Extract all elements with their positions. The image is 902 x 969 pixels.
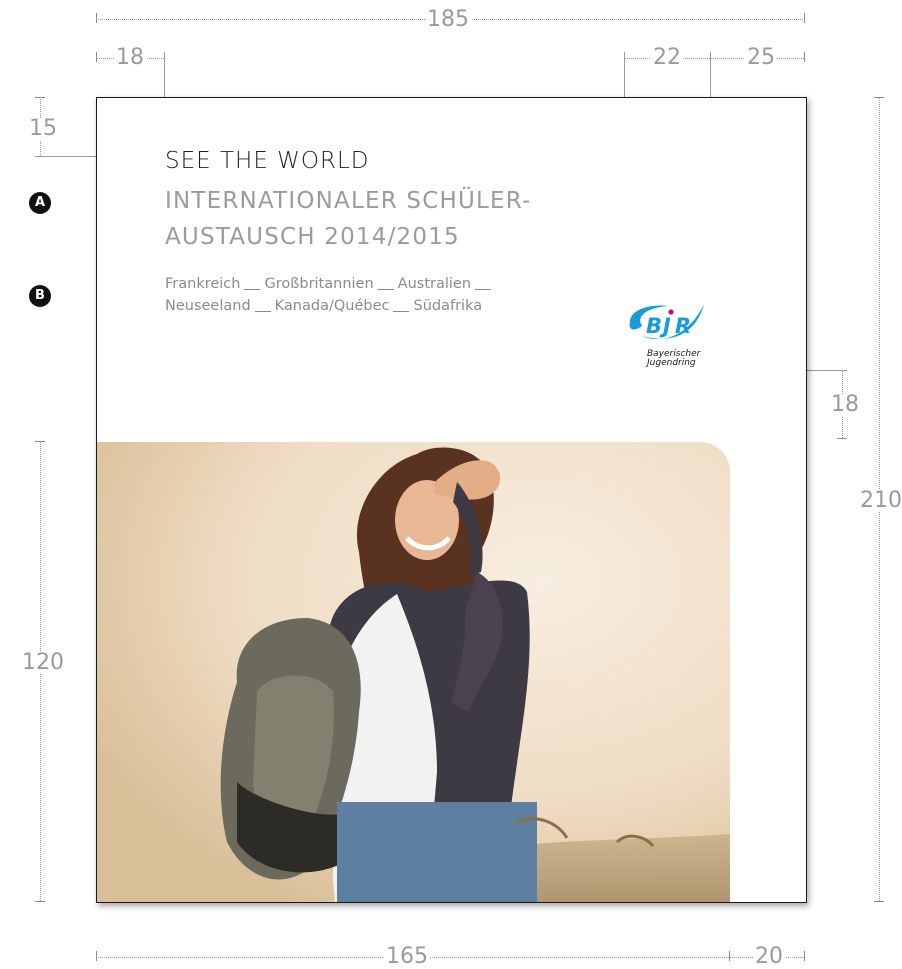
- country-kanada-quebec: Kanada/Québec: [274, 298, 390, 314]
- bjr-tagline-line2: Jugendring: [647, 358, 696, 369]
- brochure-cover: SEE THE WORLD INTERNATIONALER SCHÜLER- A…: [96, 97, 807, 903]
- dim-cap: [96, 52, 97, 62]
- dim-photo-height-label: 120: [20, 650, 66, 675]
- bjr-logo: B J R Bayerischer Jugendring: [624, 302, 724, 372]
- dim-line-photo-width: [96, 957, 805, 958]
- country-neuseeland: Neuseeland: [165, 298, 251, 314]
- cover-subtitle-line1: INTERNATIONALER SCHÜLER-: [165, 188, 532, 214]
- bjr-letters: B: [646, 314, 662, 338]
- separator: [475, 289, 492, 290]
- country-suedafrika: Südafrika: [413, 298, 483, 314]
- dim-photo-right-label: 20: [753, 944, 785, 969]
- countries-line2: Neuseeland Kanada/Québec Südafrika: [165, 298, 482, 314]
- dim-cap: [804, 52, 805, 62]
- separator: [244, 289, 261, 290]
- dim-photo-width-label: 165: [384, 944, 430, 969]
- dim-total-width-label: 185: [425, 7, 471, 32]
- print-spec-sheet: 185 18 22 25 15 A B 210 18 120 165 20 SE…: [0, 0, 902, 969]
- dim-cap: [96, 13, 97, 23]
- dim-cap: [804, 951, 805, 961]
- cover-title: SEE THE WORLD: [165, 148, 370, 174]
- dim-cap: [96, 951, 97, 961]
- separator: [377, 289, 394, 290]
- marker-b: B: [29, 285, 51, 307]
- separator: [393, 311, 410, 312]
- woman-with-backpack-photo: [97, 442, 730, 902]
- dim-logo-offset-label: 22: [651, 45, 683, 70]
- dim-logo-bottom-label: 18: [829, 392, 861, 417]
- country-grossbritannien: Großbritannien: [264, 276, 374, 292]
- dim-cap: [35, 901, 45, 902]
- dim-top-margin-label: 15: [27, 116, 59, 141]
- bjr-logo-mark: B J R: [629, 304, 704, 340]
- country-australien: Australien: [397, 276, 472, 292]
- dim-cap: [874, 901, 884, 902]
- marker-a: A: [29, 192, 51, 214]
- dim-cap: [804, 13, 805, 23]
- dim-left-margin-label: 18: [114, 45, 146, 70]
- dim-total-height-label: 210: [858, 488, 902, 513]
- cover-subtitle-line2: AUSTAUSCH 2014/2015: [165, 224, 460, 250]
- country-frankreich: Frankreich: [165, 276, 241, 292]
- countries-line1: Frankreich Großbritannien Australien: [165, 276, 495, 292]
- dim-right-margin-label: 25: [745, 45, 777, 70]
- cover-photo: [97, 442, 730, 902]
- dim-cap: [729, 951, 730, 961]
- bjr-tagline: Bayerischer Jugendring: [647, 349, 700, 369]
- svg-text:R: R: [675, 314, 691, 338]
- dim-cap: [837, 438, 847, 439]
- separator: [254, 311, 271, 312]
